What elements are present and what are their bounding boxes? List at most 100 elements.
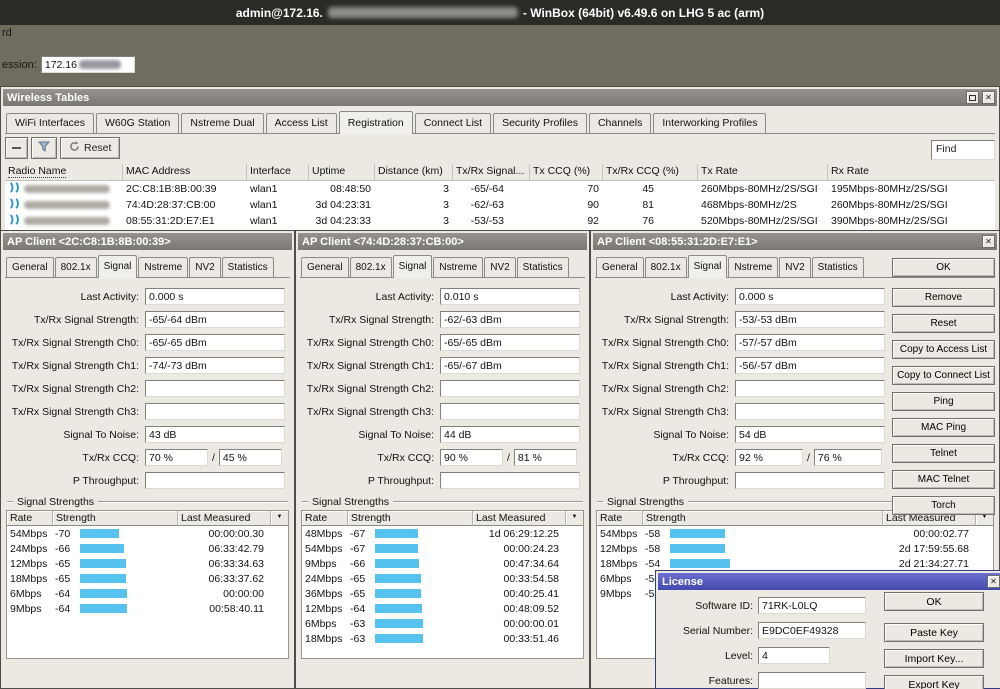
tab-general[interactable]: General (596, 257, 644, 277)
signal-rate-row[interactable]: 6Mbps-6300:00:00.01 (302, 616, 583, 631)
column-header-strength[interactable]: Strength (348, 511, 473, 526)
session-input[interactable]: 172.16 (41, 56, 135, 73)
tab-connect-list[interactable]: Connect List (415, 113, 491, 133)
tab-wifi-interfaces[interactable]: WiFi Interfaces (6, 113, 94, 133)
field-value-last-activity[interactable]: 0.000 s (145, 288, 285, 305)
tab-802-1x[interactable]: 802.1x (350, 257, 392, 277)
mac-telnet-button[interactable]: MAC Telnet (892, 470, 995, 489)
column-header-last-measured[interactable]: Last Measured (178, 511, 271, 526)
import-key-button[interactable]: Import Key... (884, 649, 984, 668)
column-header-tx-rx-signal[interactable]: Tx/Rx Signal... (453, 164, 530, 180)
field-value-last-activity[interactable]: 0.000 s (735, 288, 885, 305)
signal-rate-row[interactable]: 12Mbps-6400:48:09.52 (302, 601, 583, 616)
field-value-signal-to-noise[interactable]: 44 dB (440, 426, 580, 443)
tab-nv2[interactable]: NV2 (484, 257, 515, 277)
level-field[interactable]: 4 (758, 647, 830, 664)
serial-number-field[interactable]: E9DC0EF49328 (758, 622, 866, 639)
signal-rate-row[interactable]: 36Mbps-6500:40:25.41 (302, 586, 583, 601)
column-header-last-measured[interactable]: Last Measured (473, 511, 566, 526)
signal-rate-row[interactable]: 24Mbps-6500:33:54.58 (302, 571, 583, 586)
field-value-tx-rx-signal-strength[interactable]: -62/-63 dBm (440, 311, 580, 328)
remove-button[interactable]: Remove (892, 288, 995, 307)
close-button[interactable]: ✕ (987, 575, 1000, 588)
column-header-strength[interactable]: Strength (53, 511, 178, 526)
features-field[interactable] (758, 672, 866, 689)
rx-ccq-field[interactable]: 45 % (219, 449, 282, 466)
field-value-p-throughput[interactable] (735, 472, 885, 489)
column-select-dropdown-icon[interactable]: ▼ (566, 511, 583, 526)
tab-statistics[interactable]: Statistics (517, 257, 569, 277)
column-header-rx-rate[interactable]: Rx Rate (828, 164, 995, 180)
tab-general[interactable]: General (6, 257, 54, 277)
column-header-tx-rate[interactable]: Tx Rate (698, 164, 828, 180)
tab-statistics[interactable]: Statistics (222, 257, 274, 277)
signal-rate-row[interactable]: 12Mbps-6506:33:34.63 (7, 556, 288, 571)
rx-ccq-field[interactable]: 81 % (514, 449, 577, 466)
signal-rate-row[interactable]: 54Mbps-7000:00:00.30 (7, 526, 288, 541)
field-value-p-throughput[interactable] (440, 472, 580, 489)
ok-button[interactable]: OK (884, 592, 984, 611)
tab-802-1x[interactable]: 802.1x (645, 257, 687, 277)
field-value-tx-rx-signal-strength-ch2[interactable] (735, 380, 885, 397)
tab-nstreme-dual[interactable]: Nstreme Dual (181, 113, 263, 133)
field-value-last-activity[interactable]: 0.010 s (440, 288, 580, 305)
field-value-tx-rx-signal-strength[interactable]: -65/-64 dBm (145, 311, 285, 328)
column-select-dropdown-icon[interactable]: ▼ (271, 511, 288, 526)
tab-registration[interactable]: Registration (339, 111, 413, 134)
field-value-p-throughput[interactable] (145, 472, 285, 489)
maximize-button[interactable] (966, 91, 979, 104)
tab-general[interactable]: General (301, 257, 349, 277)
column-header-rate[interactable]: Rate (597, 511, 643, 526)
reset-button[interactable]: Reset (60, 137, 120, 159)
field-value-tx-rx-signal-strength-ch0[interactable]: -57/-57 dBm (735, 334, 885, 351)
signal-rate-row[interactable]: 24Mbps-6606:33:42.79 (7, 541, 288, 556)
field-value-signal-to-noise[interactable]: 54 dB (735, 426, 885, 443)
copy-to-access-list-button[interactable]: Copy to Access List (892, 340, 995, 359)
ok-button[interactable]: OK (892, 258, 995, 277)
find-input[interactable]: Find (931, 140, 995, 160)
signal-rate-row[interactable]: 18Mbps-542d 21:34:27.71 (597, 556, 993, 571)
filter-button[interactable] (31, 137, 57, 159)
signal-rate-row[interactable]: 18Mbps-6506:33:37.62 (7, 571, 288, 586)
tab-w60g-station[interactable]: W60G Station (96, 113, 179, 133)
remove-entry-button[interactable] (5, 137, 28, 159)
tx-ccq-field[interactable]: 90 % (440, 449, 503, 466)
signal-rate-row[interactable]: 9Mbps-6600:47:34.64 (302, 556, 583, 571)
tab-802-1x[interactable]: 802.1x (55, 257, 97, 277)
tab-signal[interactable]: Signal (688, 255, 728, 278)
column-header-interface[interactable]: Interface (247, 164, 309, 180)
registration-row[interactable]: 2C:C8:1B:8B:00:39wlan108:48:503-65/-6470… (5, 181, 995, 197)
tab-nv2[interactable]: NV2 (779, 257, 810, 277)
field-value-tx-rx-signal-strength-ch3[interactable] (145, 403, 285, 420)
tab-nstreme[interactable]: Nstreme (728, 257, 778, 277)
tab-signal[interactable]: Signal (98, 255, 138, 278)
field-value-tx-rx-signal-strength-ch2[interactable] (440, 380, 580, 397)
paste-key-button[interactable]: Paste Key (884, 623, 984, 642)
reset-button[interactable]: Reset (892, 314, 995, 333)
signal-rate-row[interactable]: 54Mbps-5800:00:02.77 (597, 526, 993, 541)
tab-signal[interactable]: Signal (393, 255, 433, 278)
field-value-tx-rx-signal-strength-ch2[interactable] (145, 380, 285, 397)
signal-rate-row[interactable]: 9Mbps-6400:58:40.11 (7, 601, 288, 616)
mac-ping-button[interactable]: MAC Ping (892, 418, 995, 437)
field-value-signal-to-noise[interactable]: 43 dB (145, 426, 285, 443)
signal-rate-row[interactable]: 12Mbps-582d 17:59:55.68 (597, 541, 993, 556)
tab-nstreme[interactable]: Nstreme (433, 257, 483, 277)
close-button[interactable]: ✕ (982, 91, 995, 104)
field-value-tx-rx-signal-strength-ch1[interactable]: -74/-73 dBm (145, 357, 285, 374)
field-value-tx-rx-signal-strength-ch0[interactable]: -65/-65 dBm (145, 334, 285, 351)
field-value-tx-rx-signal-strength-ch3[interactable] (440, 403, 580, 420)
ping-button[interactable]: Ping (892, 392, 995, 411)
tab-statistics[interactable]: Statistics (812, 257, 864, 277)
wireless-tables-titlebar[interactable]: Wireless Tables ✕ (3, 89, 997, 106)
ap-client-titlebar[interactable]: AP Client <2C:C8:1B:8B:00:39> (3, 233, 292, 250)
field-value-tx-rx-signal-strength-ch1[interactable]: -65/-67 dBm (440, 357, 580, 374)
column-header-distance-km[interactable]: Distance (km) (375, 164, 453, 180)
torch-button[interactable]: Torch (892, 496, 995, 515)
field-value-tx-rx-signal-strength[interactable]: -53/-53 dBm (735, 311, 885, 328)
software-id-field[interactable]: 71RK-L0LQ (758, 597, 866, 614)
column-header-radio-name[interactable]: Radio Name (5, 164, 123, 180)
signal-rate-row[interactable]: 54Mbps-6700:00:24.23 (302, 541, 583, 556)
tx-ccq-field[interactable]: 92 % (735, 449, 803, 466)
copy-to-connect-list-button[interactable]: Copy to Connect List (892, 366, 995, 385)
